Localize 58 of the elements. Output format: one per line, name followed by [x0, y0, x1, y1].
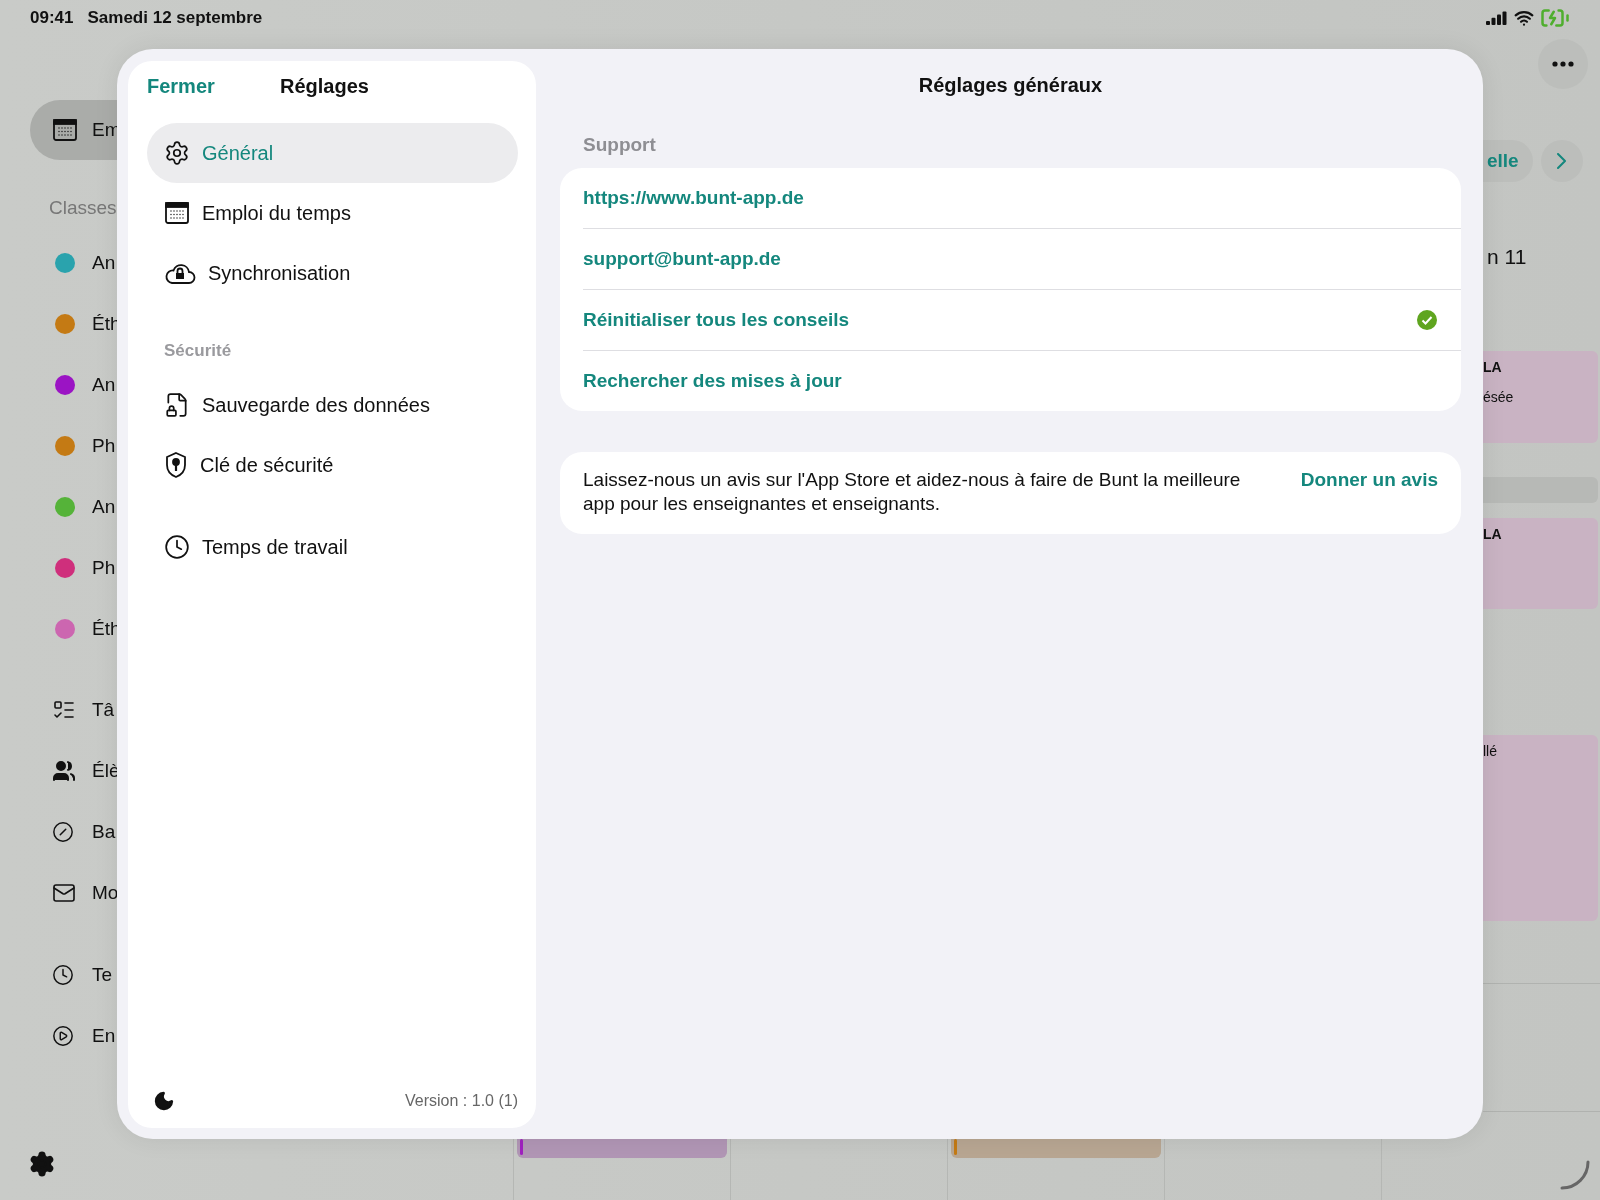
sidebar-item[interactable]: Ph — [92, 556, 116, 579]
detail-title: Réglages généraux — [918, 74, 1103, 98]
clock-icon — [164, 534, 190, 560]
signal-icon — [1486, 11, 1508, 25]
settings-nav-item[interactable]: Clé de sécurité — [147, 435, 518, 495]
event-card[interactable]: LA — [1483, 518, 1598, 609]
event-text: LA — [1483, 359, 1503, 375]
sidebar-title: Réglages — [280, 74, 369, 98]
support-link[interactable]: support@bunt-app.de — [583, 248, 781, 270]
event-text: ésée — [1483, 389, 1515, 405]
wifi-icon — [1514, 8, 1534, 28]
sidebar-item[interactable]: Te — [92, 963, 113, 986]
event-text: llé — [1483, 743, 1498, 759]
play-icon — [52, 1024, 74, 1047]
document-lock-icon — [164, 392, 190, 418]
people-icon — [52, 758, 76, 783]
sidebar-item[interactable]: Ba — [92, 820, 116, 843]
close-button[interactable]: Fermer — [147, 74, 215, 98]
sidebar-item[interactable]: Tâ — [92, 698, 115, 721]
status-date: Samedi 12 septembre — [87, 8, 263, 28]
loading-spinner-icon — [1558, 1158, 1592, 1192]
support-link[interactable]: https://www.bunt-app.de — [583, 187, 804, 209]
settings-nav-item[interactable]: Synchronisation — [147, 243, 518, 303]
sidebar-item[interactable]: En — [92, 1024, 116, 1047]
event-card[interactable]: llé — [1483, 735, 1598, 921]
shield-key-icon — [164, 451, 188, 479]
sidebar-item[interactable]: An — [92, 251, 116, 274]
section-label: Classes — [49, 197, 117, 219]
sidebar-item[interactable]: Ph — [92, 434, 116, 457]
sidebar-item[interactable]: An — [92, 495, 116, 518]
sidebar-item[interactable]: Mo — [92, 881, 119, 904]
section-header: Sécurité — [163, 340, 233, 362]
support-link[interactable]: Rechercher des mises à jour — [583, 370, 842, 392]
settings-nav-item[interactable]: Emploi du temps — [147, 183, 518, 243]
more-icon — [1552, 61, 1574, 67]
sidebar-item[interactable]: An — [92, 373, 116, 396]
section-header: Support — [583, 134, 657, 156]
calendar-icon — [164, 201, 190, 225]
more-button[interactable] — [1538, 39, 1588, 89]
clock-icon — [52, 963, 74, 986]
circle-slash-icon — [52, 820, 74, 843]
version-label: Version : 1.0 (1) — [405, 1092, 518, 1110]
next-button[interactable] — [1540, 140, 1583, 182]
calendar-icon — [52, 118, 78, 142]
week-label: n 11 — [1487, 245, 1528, 269]
review-button[interactable]: Donner un avis — [1300, 468, 1438, 492]
event-text: LA — [1483, 526, 1503, 542]
status-time: 09:41 — [30, 8, 74, 28]
settings-nav-item[interactable]: Sauvegarde des données — [147, 375, 518, 435]
settings-nav-item[interactable]: Temps de travail — [147, 517, 518, 577]
settings-icon — [28, 1150, 56, 1178]
settings-icon — [164, 140, 190, 166]
support-link[interactable]: Réinitialiser tous les conseils — [583, 309, 850, 331]
chevron-right-icon — [1557, 153, 1567, 169]
event-card[interactable]: LA ésée — [1483, 351, 1598, 443]
review-text: Laissez-nous un avis sur l'App Store et aidez-nous à faire de Bunt la meilleure app pour les enseignantes et enseignants. — [583, 468, 1242, 516]
moon-icon[interactable] — [153, 1090, 175, 1112]
settings-nav-item[interactable]: Général — [147, 123, 518, 183]
